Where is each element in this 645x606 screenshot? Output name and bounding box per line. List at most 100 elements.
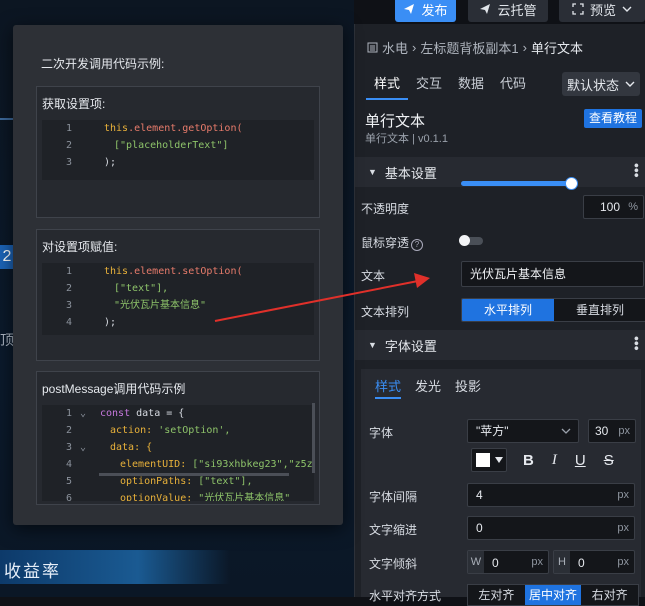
section-label: 基本设置 bbox=[384, 165, 437, 181]
bold-icon[interactable]: B bbox=[523, 452, 534, 469]
publish-button[interactable]: 发布 bbox=[395, 0, 456, 22]
state-select[interactable]: 默认状态 bbox=[562, 72, 640, 96]
code-line: 3 ⌄ data: { bbox=[42, 439, 314, 456]
text-indent-unit: px bbox=[617, 522, 629, 534]
more-icon[interactable]: ••• bbox=[629, 163, 645, 178]
text-label: 文本 bbox=[361, 269, 386, 283]
cloud-host-button[interactable]: 云托管 bbox=[468, 0, 548, 22]
code-token: elementUID: bbox=[120, 459, 187, 470]
letter-spacing-input[interactable]: 4 px bbox=[467, 483, 635, 507]
arrange-vertical-option[interactable]: 垂直排列 bbox=[554, 299, 645, 321]
line-number: 4 bbox=[65, 317, 72, 328]
code-token: action: bbox=[110, 425, 153, 436]
vertical-scrollbar[interactable] bbox=[312, 403, 315, 473]
letter-spacing-label: 字体间隔 bbox=[369, 490, 418, 504]
tab-interaction[interactable]: 交互 bbox=[408, 68, 450, 100]
code-line: 2 action: 'setOption', bbox=[42, 422, 314, 439]
code-line: 3 "光伏瓦片基本信息" bbox=[42, 297, 314, 314]
section-label: 字体设置 bbox=[384, 338, 437, 354]
fold-gutter bbox=[80, 490, 94, 501]
align-center-option[interactable]: 居中对齐 bbox=[524, 585, 582, 605]
opacity-input[interactable]: 100 % bbox=[583, 195, 644, 219]
tab-code[interactable]: 代码 bbox=[492, 68, 534, 100]
underline-icon[interactable]: U bbox=[575, 452, 586, 469]
chevron-down-icon bbox=[561, 428, 571, 434]
send-icon bbox=[404, 4, 415, 14]
chevron-right-icon: › bbox=[522, 40, 527, 55]
font-family-select[interactable]: "苹方" bbox=[467, 419, 579, 443]
canvas-strip-text[interactable]: 收益率 bbox=[4, 557, 61, 582]
more-icon[interactable]: ••• bbox=[629, 336, 645, 351]
subtab-shadow[interactable]: 投影 bbox=[455, 374, 481, 399]
fullscreen-icon bbox=[572, 3, 584, 15]
fold-gutter bbox=[80, 280, 94, 297]
skew-w-value: 0 bbox=[492, 556, 499, 570]
mouse-pass-toggle-knob[interactable] bbox=[459, 235, 470, 246]
preview-button[interactable]: 预览 bbox=[559, 0, 645, 22]
fold-gutter bbox=[80, 263, 94, 280]
code-token: ["text"], bbox=[114, 283, 169, 294]
opacity-slider-handle[interactable] bbox=[565, 177, 578, 190]
code-block[interactable]: 1 this.element.setOption( 2 ["text"], 3 "光伏… bbox=[42, 263, 314, 335]
align-left-option[interactable]: 左对齐 bbox=[468, 585, 525, 605]
subtab-glow[interactable]: 发光 bbox=[415, 374, 441, 399]
code-token: optionPaths: bbox=[120, 476, 193, 487]
component-title: 单行文本 bbox=[365, 113, 426, 130]
fold-gutter bbox=[80, 314, 94, 331]
skew-h-tag: H bbox=[554, 551, 570, 573]
opacity-value: 100 bbox=[600, 200, 621, 214]
font-subtabs: 样式 发光 投影 bbox=[375, 374, 481, 399]
send-icon bbox=[480, 4, 491, 14]
chevron-down-icon bbox=[625, 81, 635, 87]
property-panel: 水电 › 左标题背板副本1 › 单行文本 样式 交互 数据 代码 默认状态 单行… bbox=[354, 24, 645, 606]
post-message-card: postMessage调用代码示例 1 ⌄ const data = { 2 acti… bbox=[36, 371, 320, 505]
breadcrumb-item[interactable]: 水电 bbox=[382, 38, 408, 57]
view-tutorial-button[interactable]: 查看教程 bbox=[583, 109, 642, 128]
text-indent-input[interactable]: 0 px bbox=[467, 516, 635, 540]
cloud-host-label: 云托管 bbox=[497, 2, 537, 18]
text-arrange-label: 文本排列 bbox=[361, 305, 410, 319]
horizontal-scrollbar[interactable] bbox=[99, 473, 289, 476]
tab-data[interactable]: 数据 bbox=[450, 68, 492, 100]
line-number: 2 bbox=[65, 140, 72, 151]
font-color-picker[interactable] bbox=[471, 448, 507, 472]
line-number: 5 bbox=[65, 476, 72, 487]
code-block[interactable]: 1 this.element.getOption( 2 ["placeholderT… bbox=[42, 120, 314, 180]
panel-tabs: 样式 交互 数据 代码 默认状态 bbox=[355, 68, 645, 100]
line-number: 1 bbox=[65, 123, 72, 134]
skew-w-input[interactable]: W 0 px bbox=[467, 550, 549, 574]
help-icon[interactable]: ? bbox=[411, 239, 424, 251]
fold-gutter bbox=[80, 456, 94, 473]
subtab-style[interactable]: 样式 bbox=[375, 374, 402, 399]
code-line: 1 ⌄ const data = { bbox=[42, 405, 314, 422]
italic-icon[interactable]: I bbox=[552, 452, 557, 469]
text-indent-value: 0 bbox=[476, 521, 483, 535]
text-indent-label: 文字缩进 bbox=[369, 523, 418, 537]
font-size-input[interactable]: 30 px bbox=[588, 419, 636, 443]
arrange-horizontal-option[interactable]: 水平排列 bbox=[462, 299, 554, 321]
code-block[interactable]: 1 ⌄ const data = { 2 action: 'setOption', 3… bbox=[42, 405, 314, 501]
tab-style[interactable]: 样式 bbox=[366, 68, 409, 100]
code-token: .element.setOption( bbox=[128, 266, 243, 277]
strikethrough-icon[interactable]: S bbox=[604, 452, 614, 469]
breadcrumb-item[interactable]: 左标题背板副本1 bbox=[420, 38, 518, 57]
font-settings-header[interactable]: ▼ 字体设置 ••• bbox=[355, 330, 645, 360]
fold-arrow-icon[interactable]: ⌄ bbox=[80, 439, 94, 456]
fold-arrow-icon[interactable]: ⌄ bbox=[80, 405, 94, 422]
code-line: 2 ["placeholderText"] bbox=[42, 137, 314, 154]
canvas-decoration bbox=[0, 118, 14, 120]
opacity-slider[interactable] bbox=[461, 181, 572, 186]
align-right-option[interactable]: 右对齐 bbox=[581, 585, 638, 605]
code-line: 1 this.element.getOption( bbox=[42, 120, 314, 137]
skew-h-input[interactable]: H 0 px bbox=[553, 550, 635, 574]
skew-w-tag: W bbox=[468, 551, 484, 573]
code-token: this bbox=[104, 266, 129, 277]
code-token: 'setOption', bbox=[158, 425, 231, 436]
text-skew-label: 文字倾斜 bbox=[369, 557, 418, 571]
text-input[interactable]: 光伏瓦片基本信息 bbox=[461, 261, 644, 287]
color-swatch bbox=[476, 453, 490, 467]
card-title: 获取设置项: bbox=[42, 97, 106, 111]
line-number: 3 bbox=[65, 157, 72, 168]
fold-gutter bbox=[80, 297, 94, 314]
opacity-unit: % bbox=[628, 201, 638, 213]
